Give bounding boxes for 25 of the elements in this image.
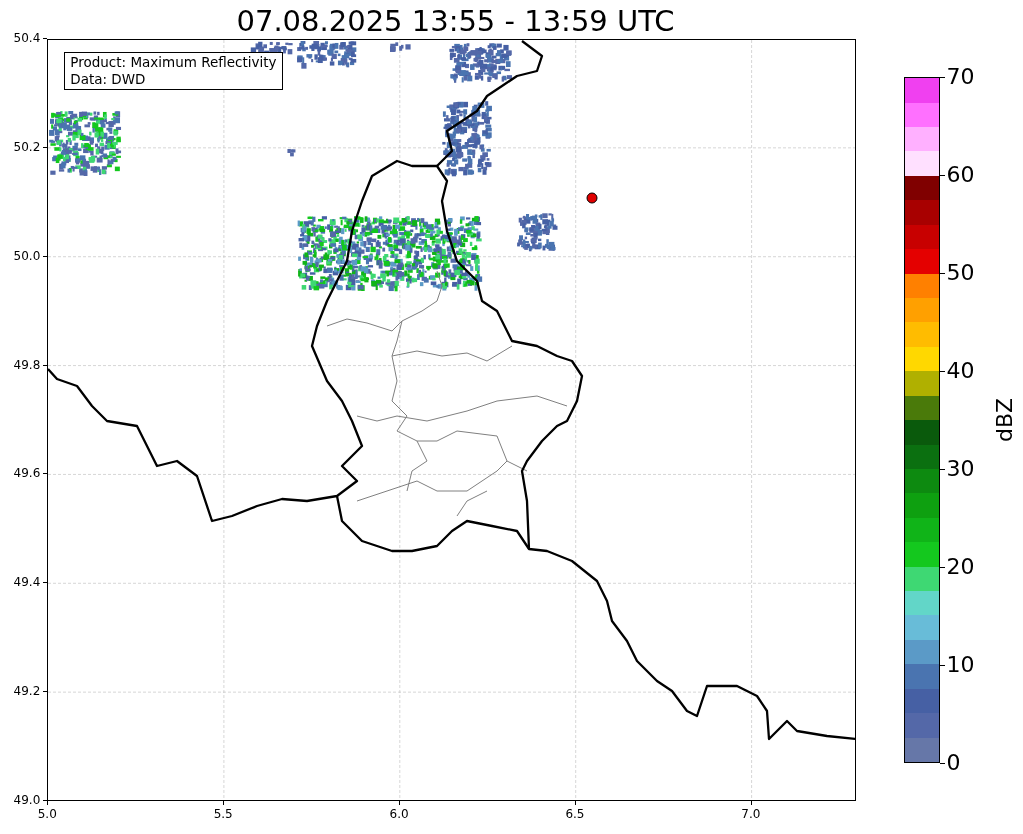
x-axis-tick-label: 5.0 (37, 807, 57, 821)
color-scale-tick-label: 20 (946, 554, 975, 580)
y-axis-tick-label: 50.0 (13, 248, 41, 263)
info-box: Product: Maximum Reflectivity Data: DWD (64, 52, 283, 90)
y-axis-tick-label: 49.4 (13, 575, 41, 590)
color-scale-tick-label: 40 (946, 358, 975, 384)
y-axis-tick-label: 49.6 (13, 466, 41, 481)
color-scale-tick-label: 30 (946, 456, 975, 482)
y-axis-tick-label: 50.2 (13, 139, 41, 154)
x-axis-tick-label: 5.5 (213, 807, 233, 821)
color-scale-label: dBZ (992, 397, 1019, 443)
y-axis-tick-label: 49.8 (13, 357, 41, 372)
x-axis-tick-label: 7.0 (741, 807, 761, 821)
x-axis-tick-label: 6.5 (565, 807, 585, 821)
y-axis-tick-label: 49.0 (13, 793, 41, 807)
x-axis-tick-label: 6.0 (389, 807, 409, 821)
chart-title: 07.08.2025 13:55 - 13:59 UTC (236, 3, 675, 39)
location-marker (586, 192, 598, 204)
color-scale-tick-label: 60 (946, 162, 975, 188)
color-scale-tick-label: 70 (946, 64, 975, 90)
color-scale-tick-label: 10 (946, 652, 975, 678)
color-scale-tick-label: 50 (946, 260, 975, 286)
color-scale-tick-label: 0 (946, 750, 961, 776)
y-axis-tick-label: 50.4 (13, 31, 41, 45)
y-axis-tick-label: 49.2 (13, 684, 41, 699)
